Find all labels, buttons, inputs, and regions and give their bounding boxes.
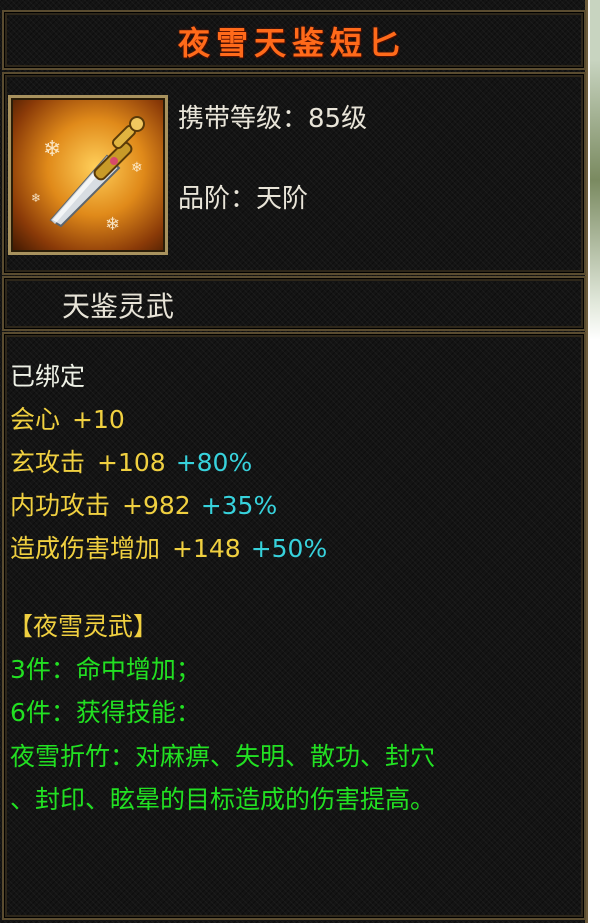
item-name: 夜雪天鉴短匕 bbox=[177, 24, 406, 62]
stat-label: 会心 bbox=[10, 405, 61, 434]
item-icon-slot[interactable]: ❄ ❄ ❄ ❄ bbox=[8, 95, 168, 255]
svg-text:❄: ❄ bbox=[131, 160, 143, 176]
item-grade: 品阶：天阶 bbox=[178, 184, 309, 214]
set-skill-line-2: 、封印、眩晕的目标造成的伤害提高。 bbox=[10, 785, 436, 814]
stat-label: 内功攻击 bbox=[10, 491, 111, 520]
stat-bonus: +35% bbox=[200, 491, 278, 520]
svg-text:❄: ❄ bbox=[105, 214, 120, 235]
carry-level: 携带等级：85级 bbox=[178, 104, 368, 134]
set-skill-line-1: 夜雪折竹：对麻痹、失明、散功、封穴 bbox=[10, 742, 436, 771]
background-edge bbox=[590, 0, 600, 923]
stat-bonus: +80% bbox=[175, 448, 253, 477]
stat-value: +148 bbox=[172, 534, 241, 563]
item-category: 天鉴灵武 bbox=[62, 290, 175, 323]
bound-status: 已绑定 bbox=[10, 362, 86, 391]
stat-inner-attack: 内功攻击 +982 +35% bbox=[10, 491, 277, 521]
stat-value: +982 bbox=[122, 491, 191, 520]
svg-text:❄: ❄ bbox=[31, 191, 41, 205]
stat-label: 造成伤害增加 bbox=[10, 534, 161, 563]
item-tooltip-panel: 夜雪天鉴短匕 ❄ ❄ ❄ ❄ 携带等级：85级 品阶：天阶 天鉴灵武 已绑定 会… bbox=[0, 0, 588, 923]
stat-bonus: +50% bbox=[250, 534, 328, 563]
stat-label: 玄攻击 bbox=[10, 448, 86, 477]
stat-crit: 会心 +10 bbox=[10, 405, 125, 435]
stat-damage-increase: 造成伤害增加 +148 +50% bbox=[10, 534, 327, 564]
dagger-icon: ❄ ❄ ❄ ❄ bbox=[31, 116, 145, 235]
set-bonus-3: 3件：命中增加； bbox=[10, 655, 201, 684]
set-name: 【夜雪灵武】 bbox=[8, 612, 159, 641]
set-bonus-6: 6件：获得技能： bbox=[10, 698, 201, 727]
svg-text:❄: ❄ bbox=[43, 137, 61, 162]
stat-xuan-attack: 玄攻击 +108 +80% bbox=[10, 448, 252, 478]
stat-value: +108 bbox=[97, 448, 166, 477]
stat-value: +10 bbox=[72, 405, 125, 434]
